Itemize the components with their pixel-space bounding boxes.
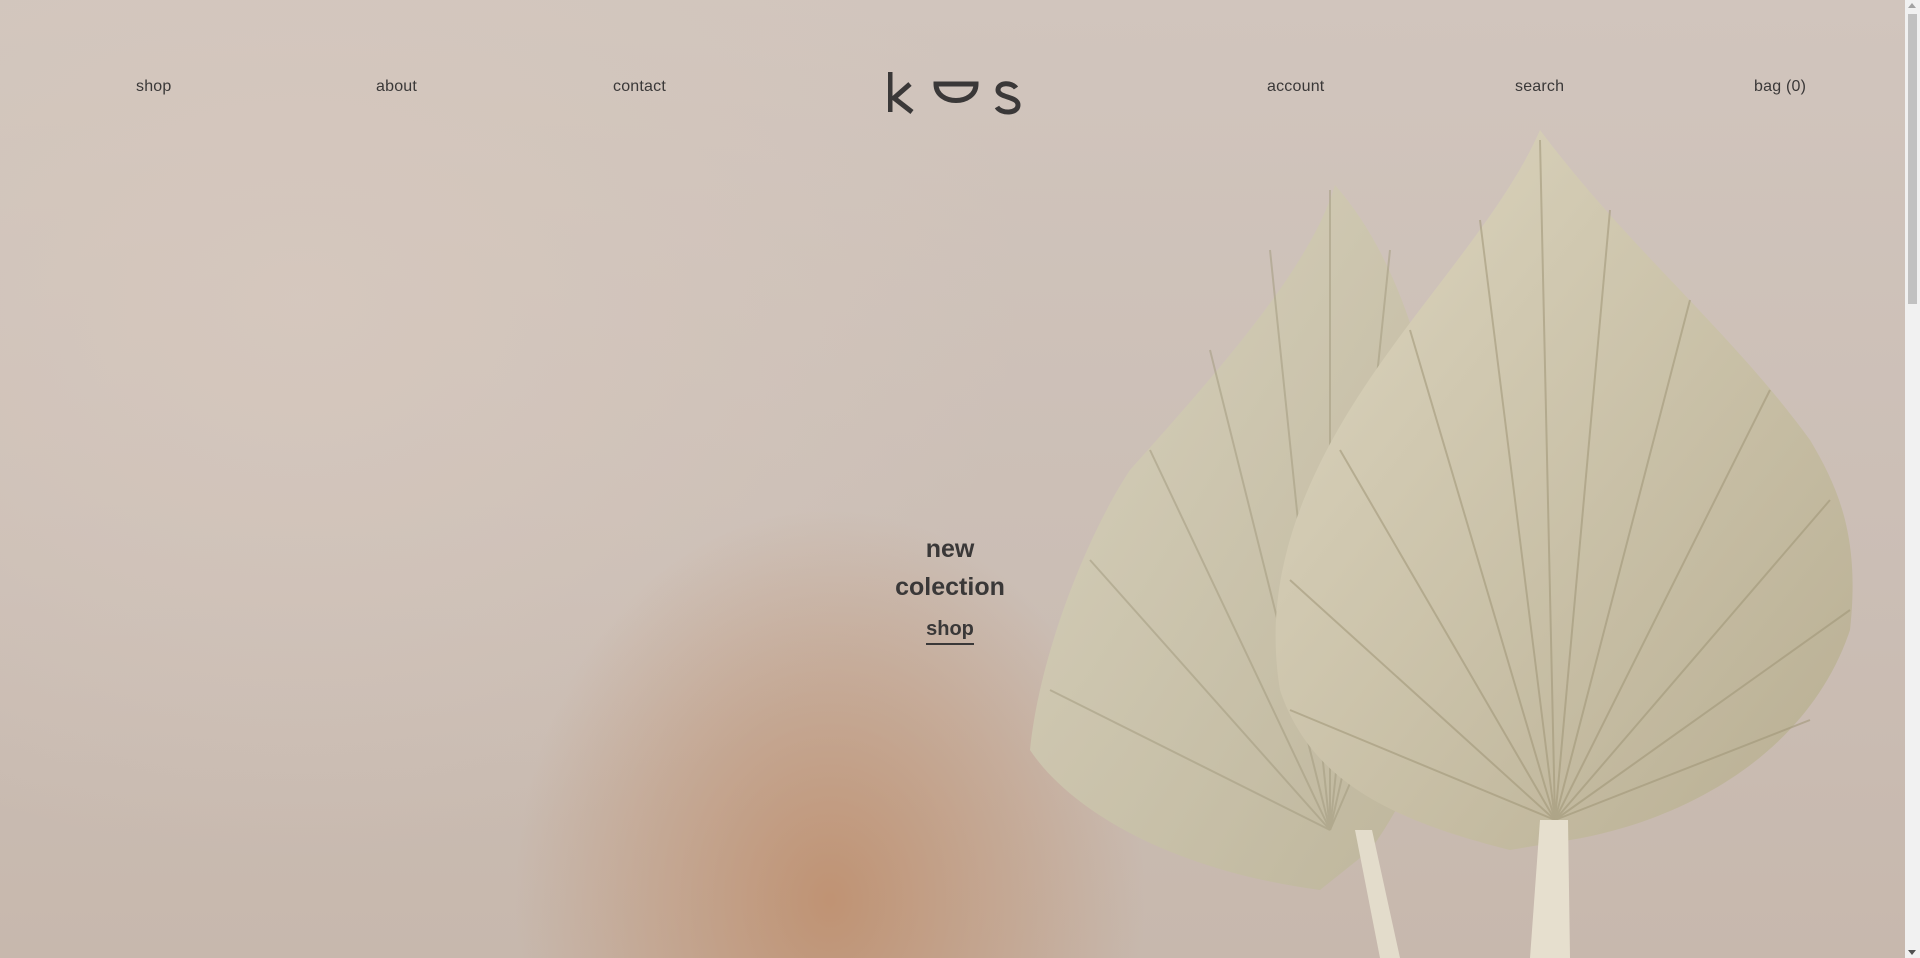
nav-link-shop[interactable]: shop	[136, 78, 172, 96]
top-navigation: shop about contact account search bag (0…	[0, 0, 1905, 180]
nav-link-about[interactable]: about	[376, 78, 417, 96]
nav-link-bag[interactable]: bag (0)	[1754, 78, 1806, 96]
palm-leaves-image	[1030, 130, 1853, 958]
brand-logo[interactable]	[888, 70, 1024, 116]
arrow-down-icon[interactable]	[1908, 950, 1916, 955]
hero-shop-link[interactable]: shop	[926, 618, 974, 645]
hero-title-line2: colection	[895, 573, 1005, 601]
scrollbar-thumb[interactable]	[1908, 14, 1917, 304]
nav-link-contact[interactable]: contact	[613, 78, 666, 96]
hero-title-line1: new	[925, 535, 975, 563]
hero-cta: new colection shop	[850, 530, 1050, 645]
vertical-scrollbar[interactable]	[1905, 0, 1920, 958]
nav-link-search[interactable]: search	[1515, 78, 1564, 96]
nav-link-account[interactable]: account	[1267, 78, 1324, 96]
arrow-up-icon[interactable]	[1908, 3, 1916, 8]
